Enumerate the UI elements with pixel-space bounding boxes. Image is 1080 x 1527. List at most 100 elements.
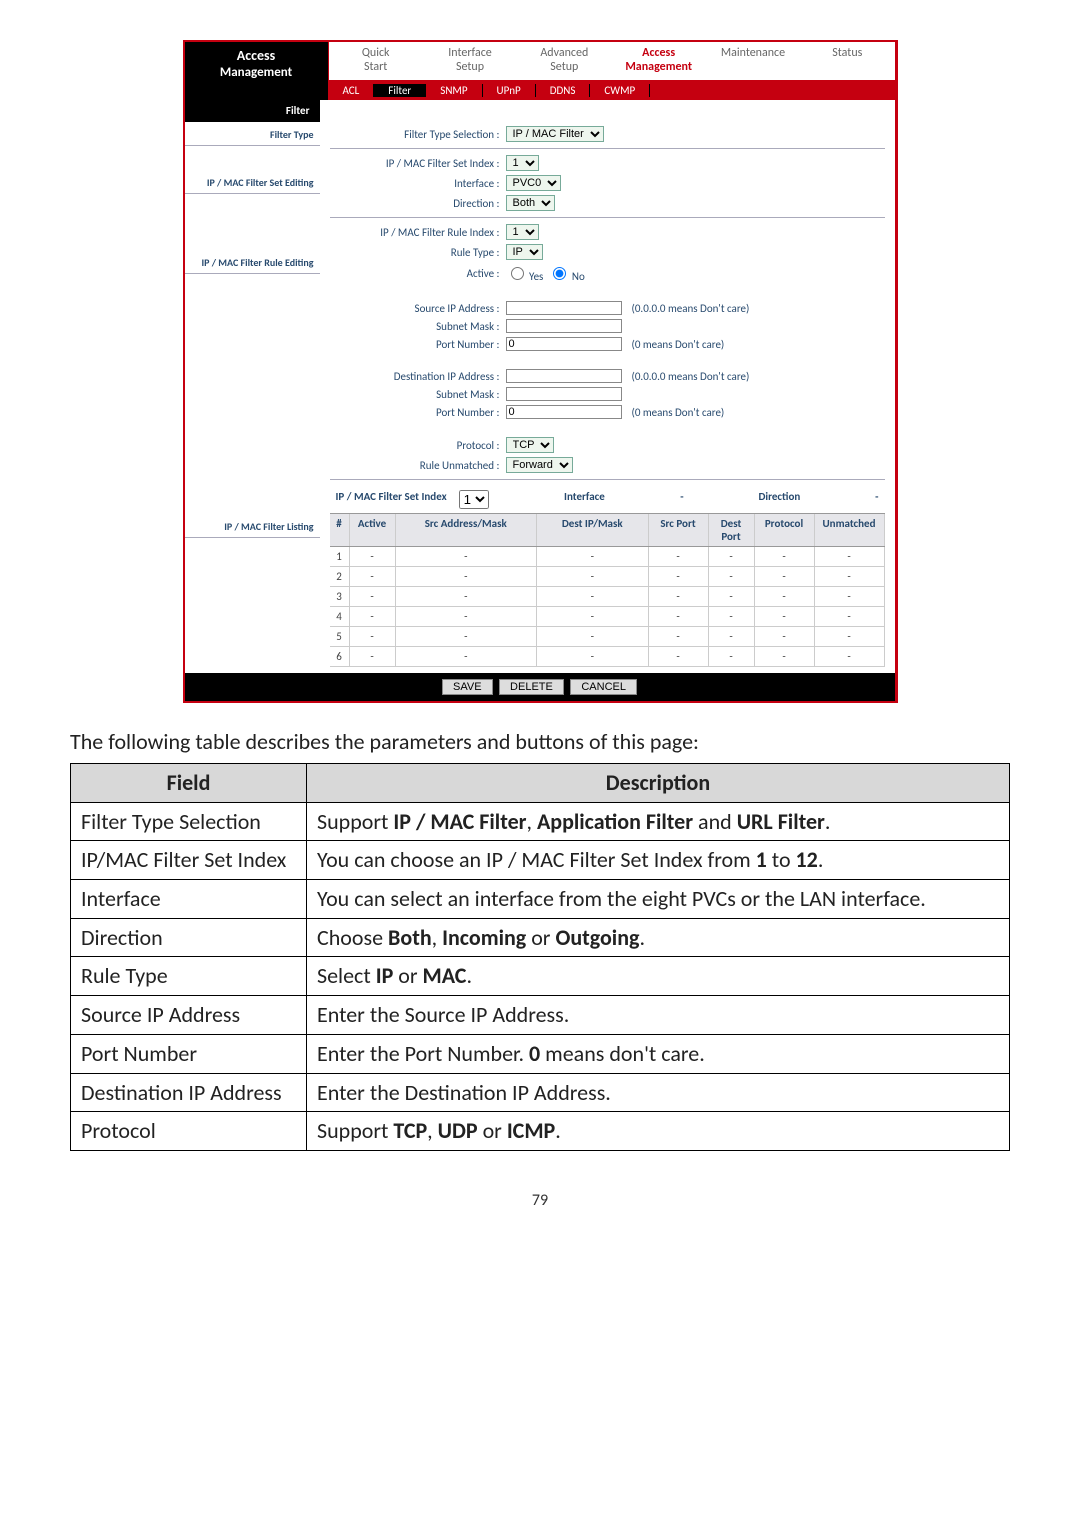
- table-row: IP/MAC Filter Set IndexYou can choose an…: [71, 841, 1010, 880]
- cell: -: [815, 647, 885, 666]
- label-active: Active :: [330, 267, 506, 280]
- radio-active-no[interactable]: [553, 267, 566, 280]
- input-src-ip[interactable]: [506, 301, 622, 315]
- select-rule-index[interactable]: 1: [506, 224, 539, 240]
- select-filter-type[interactable]: IP / MAC Filter: [506, 126, 604, 142]
- label-interface: Interface :: [330, 177, 506, 190]
- subtab-acl[interactable]: ACL: [329, 84, 375, 97]
- subtab-ddns[interactable]: DDNS: [536, 84, 591, 97]
- cell: -: [350, 587, 396, 606]
- sidebar-filter-listing: IP / MAC Filter Listing: [185, 514, 320, 538]
- table-row: Filter Type SelectionSupport IP / MAC Fi…: [71, 802, 1010, 841]
- delete-button[interactable]: DELETE: [499, 679, 564, 695]
- cell: -: [649, 547, 709, 566]
- breadcrumb: Access Management: [185, 42, 329, 100]
- tab-interface[interactable]: InterfaceSetup: [423, 42, 517, 80]
- select-rule-type[interactable]: IP: [506, 244, 543, 260]
- cell: -: [755, 627, 815, 646]
- label-src-mask: Subnet Mask :: [330, 320, 506, 333]
- cell-desc: You can choose an IP / MAC Filter Set In…: [307, 841, 1010, 880]
- cancel-button[interactable]: CANCEL: [570, 679, 637, 695]
- cell: 5: [330, 627, 350, 646]
- label-rule-index: IP / MAC Filter Rule Index :: [330, 226, 506, 239]
- select-direction[interactable]: Both: [506, 195, 555, 211]
- tab-advanced[interactable]: AdvancedSetup: [517, 42, 611, 80]
- subtab-upnp[interactable]: UPnP: [483, 84, 536, 97]
- tab-maintenance[interactable]: Maintenance: [706, 42, 800, 80]
- cell: -: [755, 567, 815, 586]
- cell-field: Source IP Address: [71, 996, 307, 1035]
- label-src-ip: Source IP Address :: [330, 302, 506, 315]
- brand-line2: Management: [189, 65, 324, 81]
- cell: -: [396, 647, 538, 666]
- input-dst-port[interactable]: [506, 405, 622, 419]
- select-listing-index[interactable]: 1: [459, 490, 489, 509]
- cell: -: [537, 547, 649, 566]
- cell-field: Rule Type: [71, 957, 307, 996]
- cell: -: [537, 587, 649, 606]
- cell-field: Direction: [71, 918, 307, 957]
- cell-desc: Support IP / MAC Filter, Application Fil…: [307, 802, 1010, 841]
- col-dst: Dest IP/Mask: [537, 514, 649, 546]
- cell: -: [396, 587, 538, 606]
- tab-status[interactable]: Status: [800, 42, 894, 80]
- select-protocol[interactable]: TCP: [506, 437, 554, 453]
- sidebar-set-editing: IP / MAC Filter Set Editing: [185, 170, 320, 194]
- radio-active-yes[interactable]: [511, 267, 524, 280]
- caption: The following table describes the parame…: [70, 728, 1010, 755]
- cell: 1: [330, 547, 350, 566]
- sidebar-filter-type: Filter Type: [185, 122, 320, 146]
- select-set-index[interactable]: 1: [506, 155, 539, 171]
- table-row: 6-------: [330, 647, 885, 667]
- listing-title-set: IP / MAC Filter Set Index: [330, 490, 453, 509]
- table-row: Source IP AddressEnter the Source IP Add…: [71, 996, 1010, 1035]
- cell: -: [649, 607, 709, 626]
- cell-field: IP/MAC Filter Set Index: [71, 841, 307, 880]
- sidebar-filter: Filter: [185, 100, 320, 122]
- save-button[interactable]: SAVE: [442, 679, 493, 695]
- label-dst-port: Port Number :: [330, 406, 506, 419]
- table-row: Port NumberEnter the Port Number. 0 mean…: [71, 1034, 1010, 1073]
- col-dstport: Dest Port: [709, 514, 755, 546]
- sub-nav: ACL Filter SNMP UPnP DDNS CWMP: [329, 80, 895, 100]
- select-unmatched[interactable]: Forward: [506, 457, 573, 473]
- listing-title-row: IP / MAC Filter Set Index 1 Interface - …: [330, 486, 885, 513]
- cell: -: [396, 567, 538, 586]
- cell-desc: Enter the Destination IP Address.: [307, 1073, 1010, 1112]
- select-interface[interactable]: PVC0: [506, 175, 561, 191]
- cell: -: [755, 587, 815, 606]
- label-unmatched: Rule Unmatched :: [330, 459, 506, 472]
- input-src-mask[interactable]: [506, 319, 622, 333]
- label-dst-ip: Destination IP Address :: [330, 370, 506, 383]
- radio-yes-label: Yes: [529, 270, 543, 283]
- input-src-port[interactable]: [506, 337, 622, 351]
- cell: -: [396, 607, 538, 626]
- subtab-snmp[interactable]: SNMP: [426, 84, 482, 97]
- table-row: 2-------: [330, 567, 885, 587]
- cell: -: [649, 567, 709, 586]
- subtab-cwmp[interactable]: CWMP: [590, 84, 650, 97]
- input-dst-ip[interactable]: [506, 369, 622, 383]
- main-nav: QuickStart InterfaceSetup AdvancedSetup …: [329, 42, 895, 80]
- tab-access-mgmt[interactable]: AccessManagement: [611, 42, 705, 80]
- main-form: Filter Type Selection : IP / MAC Filter …: [320, 100, 895, 673]
- listing-title-dir: Direction: [690, 490, 870, 509]
- listing-title-if: Interface: [495, 490, 675, 509]
- input-dst-mask[interactable]: [506, 387, 622, 401]
- cell: -: [350, 627, 396, 646]
- page-number: 79: [70, 1191, 1010, 1210]
- col-src: Src Address/Mask: [396, 514, 538, 546]
- cell-desc: Support TCP, UDP or ICMP.: [307, 1112, 1010, 1151]
- subtab-filter[interactable]: Filter: [374, 84, 426, 97]
- cell: -: [709, 647, 755, 666]
- description-table: Field Description Filter Type SelectionS…: [70, 763, 1010, 1151]
- cell: -: [396, 627, 538, 646]
- tab-quickstart[interactable]: QuickStart: [329, 42, 423, 80]
- cell: 4: [330, 607, 350, 626]
- col-protocol: Protocol: [755, 514, 815, 546]
- cell-field: Destination IP Address: [71, 1073, 307, 1112]
- cell: -: [537, 567, 649, 586]
- label-protocol: Protocol :: [330, 439, 506, 452]
- col-active: Active: [350, 514, 396, 546]
- listing-title-if-val: -: [674, 490, 689, 509]
